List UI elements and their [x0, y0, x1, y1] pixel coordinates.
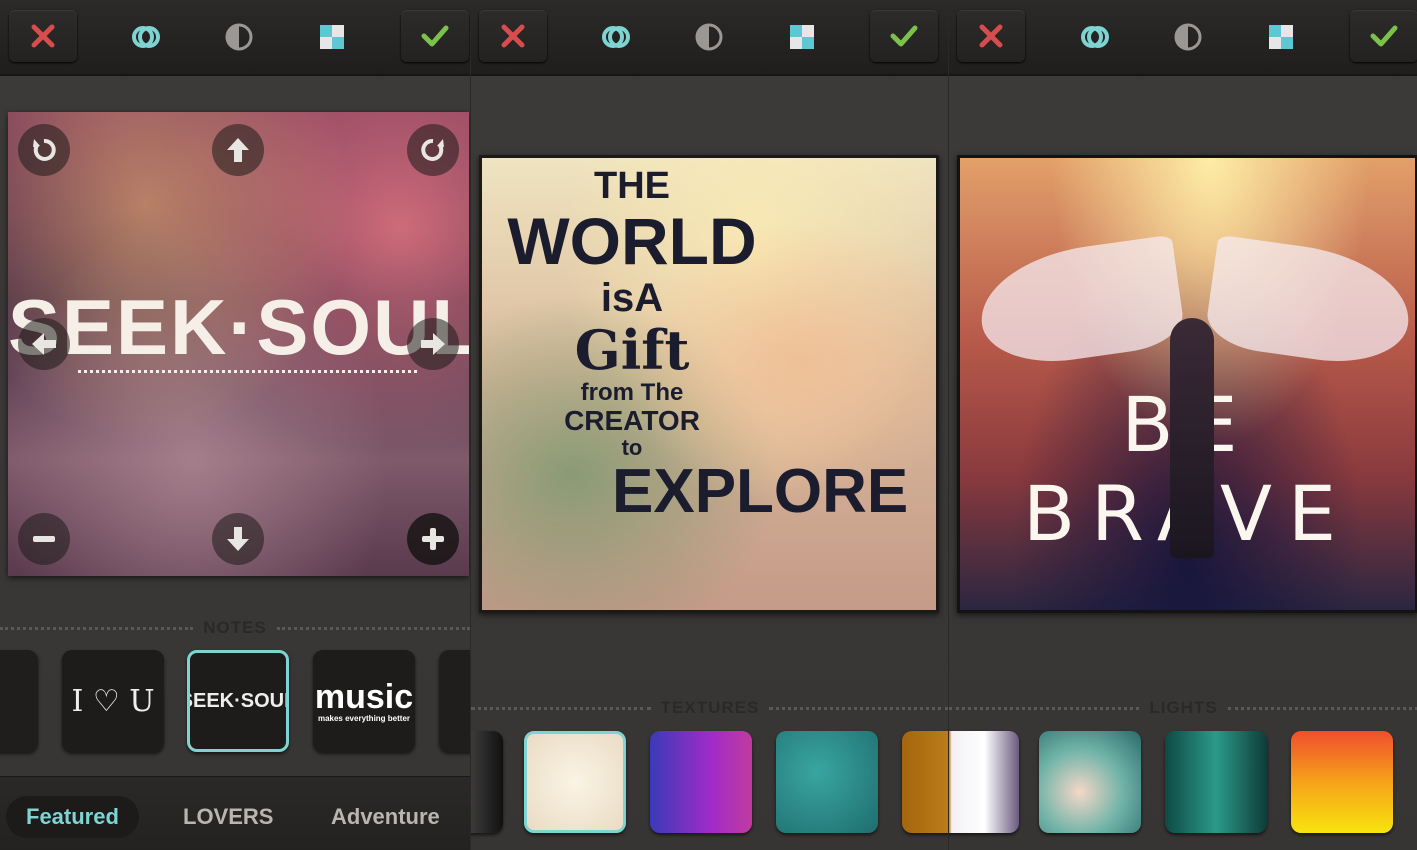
lights-panel: BE BRAVE LIGHTS [948, 0, 1417, 850]
overlay-text-block: THE WORLD isA Gift from The CREATOR to E… [492, 165, 909, 526]
photo-preview[interactable]: THE WORLD isA Gift from The CREATOR to E… [479, 155, 939, 613]
thumb-label: SEEK·SOUL [190, 689, 286, 712]
category-tabs: Featured LOVERS Adventure [0, 776, 470, 850]
notes-thumb-music[interactable]: music makes everything better [313, 650, 415, 752]
thumb-label: music [314, 677, 414, 716]
notes-panel: SEEK·SOUL NOTES I ♡ U EEK·SOU music make… [0, 0, 470, 850]
blend-icon[interactable] [131, 22, 161, 52]
grow-button[interactable] [407, 513, 459, 565]
textures-panel: THE WORLD isA Gift from The CREATOR to E… [470, 0, 949, 850]
apply-button[interactable] [401, 10, 469, 62]
cancel-button[interactable] [957, 10, 1025, 62]
tab-adventure[interactable]: Adventure [331, 796, 440, 838]
toolbar [0, 0, 470, 76]
arrow-down-icon [227, 527, 249, 551]
close-icon [501, 24, 525, 48]
section-label: TEXTURES [660, 698, 760, 717]
close-icon [31, 24, 55, 48]
contrast-icon[interactable] [694, 22, 724, 52]
overlay-line: EXPLORE [612, 457, 909, 526]
toolbar [471, 0, 949, 76]
move-up-button[interactable] [212, 124, 264, 176]
blend-icon[interactable] [601, 22, 631, 52]
rotate-left-button[interactable] [18, 124, 70, 176]
person-figure [1170, 318, 1214, 558]
apply-button[interactable] [1350, 10, 1417, 62]
contrast-icon[interactable] [224, 22, 254, 52]
cancel-button[interactable] [479, 10, 547, 62]
arrow-left-icon [32, 333, 56, 355]
tab-lovers[interactable]: LOVERS [183, 796, 273, 838]
overlay-line: WORLD [507, 204, 757, 278]
tab-featured[interactable]: Featured [6, 796, 139, 838]
notes-thumb-i-love-u[interactable]: I ♡ U [62, 650, 164, 752]
check-icon [890, 25, 918, 47]
wing-left [973, 234, 1187, 372]
notes-thumb-partial[interactable] [0, 650, 38, 752]
rotate-left-icon [33, 138, 56, 161]
overlay-text: SEEK·SOUL [8, 283, 469, 371]
light-thumb-streaks[interactable] [1039, 731, 1141, 833]
close-icon [979, 24, 1003, 48]
overlay-line: isA [600, 276, 664, 320]
thumb-sublabel: makes everything better [317, 713, 411, 723]
overlay-line: from The [580, 379, 684, 406]
check-icon [421, 25, 449, 47]
lights-section-header: LIGHTS [949, 698, 1417, 718]
overlay-line: THE [594, 165, 670, 207]
light-thumb-green[interactable] [1165, 731, 1267, 833]
rotate-right-button[interactable] [407, 124, 459, 176]
photo-preview[interactable]: SEEK·SOUL [8, 112, 469, 576]
texture-thumb-teal[interactable] [776, 731, 878, 833]
texture-thumb-partial[interactable] [471, 731, 503, 833]
textures-section-header: TEXTURES [471, 698, 949, 718]
texture-thumb-cream[interactable] [524, 731, 626, 833]
wing-right [1203, 234, 1415, 372]
section-label: NOTES [203, 618, 267, 637]
apply-button[interactable] [870, 10, 938, 62]
move-left-button[interactable] [18, 318, 70, 370]
toolbar [949, 0, 1417, 76]
arrow-right-icon [421, 333, 445, 355]
plus-icon [422, 528, 444, 550]
section-label: LIGHTS [1149, 698, 1218, 717]
light-thumb-split[interactable] [949, 731, 1019, 833]
overlay-line: Gift [574, 318, 690, 382]
move-down-button[interactable] [212, 513, 264, 565]
blend-icon[interactable] [1080, 22, 1110, 52]
photo-preview[interactable]: BE BRAVE [957, 155, 1417, 613]
rotate-right-icon [421, 138, 444, 161]
minus-icon [33, 536, 55, 542]
arrow-up-icon [227, 138, 249, 162]
shrink-button[interactable] [18, 513, 70, 565]
notes-section-header: NOTES [0, 618, 470, 638]
texture-thumb-partial-right[interactable] [902, 731, 949, 833]
notes-thumb-seek-soul[interactable]: SEEK·SOUL [187, 650, 289, 752]
notes-thumb-partial-right[interactable] [439, 650, 470, 752]
move-right-button[interactable] [407, 318, 459, 370]
light-thumb-sunset[interactable] [1291, 731, 1393, 833]
texture-thumb-purple[interactable] [650, 731, 752, 833]
thumb-label: I ♡ U [71, 683, 155, 719]
contrast-icon[interactable] [1173, 22, 1203, 52]
checker-icon[interactable] [787, 22, 817, 52]
check-icon [1370, 25, 1398, 47]
checker-icon[interactable] [317, 22, 347, 52]
triangle-border [78, 370, 417, 385]
checker-icon[interactable] [1266, 22, 1296, 52]
cancel-button[interactable] [9, 10, 77, 62]
overlay-line: CREATOR [564, 405, 700, 436]
